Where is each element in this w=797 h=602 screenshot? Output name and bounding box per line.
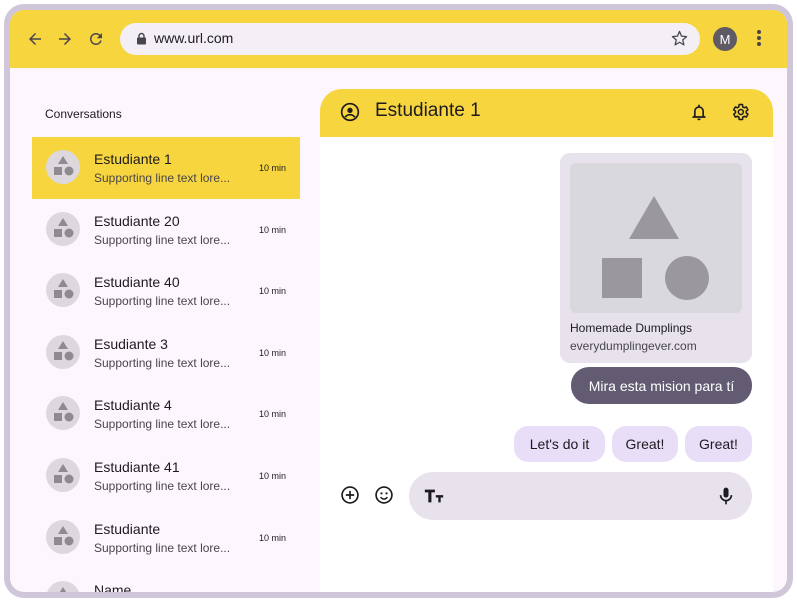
conversation-name: Estudiante 41 bbox=[94, 458, 180, 475]
conversation-item[interactable]: Estudiante 1 Supporting line text lore..… bbox=[32, 137, 300, 199]
address-bar[interactable]: www.url.com bbox=[120, 23, 700, 55]
back-icon[interactable] bbox=[24, 28, 46, 50]
chat-title: Estudiante 1 bbox=[375, 100, 481, 121]
microphone-icon[interactable] bbox=[716, 485, 736, 512]
conversation-name: Esudiante 3 bbox=[94, 335, 168, 352]
profile-avatar[interactable]: M bbox=[713, 27, 737, 51]
conversations-heading: Conversations bbox=[45, 107, 122, 121]
avatar bbox=[46, 457, 80, 492]
gear-icon[interactable] bbox=[730, 102, 750, 127]
conversation-time: 10 min bbox=[258, 224, 286, 235]
emoji-icon[interactable] bbox=[374, 485, 394, 510]
conversation-preview: Supporting line text lore... bbox=[94, 171, 231, 185]
conversation-preview: Supporting line text lore... bbox=[94, 478, 231, 493]
avatar bbox=[46, 150, 80, 184]
device-frame: www.url.com M Conversations Estudiante 1… bbox=[4, 4, 793, 598]
chat-header: Estudiante 1 bbox=[320, 89, 773, 137]
conversation-name: Estudiante 1 bbox=[94, 151, 172, 167]
chat-panel: Estudiante 1 Homemade Dumplings everydum… bbox=[320, 89, 773, 592]
conversation-item[interactable]: Esudiante 3 Supporting line text lore...… bbox=[32, 322, 300, 384]
conversation-preview: Supporting line text lore... bbox=[94, 294, 231, 309]
browser-toolbar: www.url.com M bbox=[10, 10, 787, 68]
lock-icon bbox=[136, 32, 147, 50]
conversation-preview: Supporting line text lore... bbox=[94, 355, 231, 370]
conversation-time: 10 min bbox=[258, 409, 286, 420]
conversation-name: Estudiante 4 bbox=[94, 397, 172, 414]
reload-icon[interactable] bbox=[85, 28, 107, 50]
text-format-icon[interactable] bbox=[423, 485, 445, 512]
conversation-item[interactable]: Estudiante Supporting line text lore... … bbox=[32, 507, 300, 569]
link-preview-card[interactable]: Homemade Dumplings everydumplingever.com bbox=[560, 153, 752, 363]
conversation-name: Estudiante bbox=[94, 520, 161, 537]
browser-window: www.url.com M Conversations Estudiante 1… bbox=[10, 10, 787, 592]
conversation-time: 10 min bbox=[258, 347, 286, 358]
bell-icon[interactable] bbox=[689, 102, 709, 127]
conversation-item[interactable]: Estudiante 20 Supporting line text lore.… bbox=[32, 199, 300, 261]
forward-icon[interactable] bbox=[54, 28, 76, 50]
url-text: www.url.com bbox=[154, 30, 234, 46]
conversation-item[interactable]: Estudiante 40 Supporting line text lore.… bbox=[32, 260, 300, 322]
more-vert-icon[interactable] bbox=[755, 28, 763, 53]
suggestion-chip[interactable]: Great! bbox=[685, 426, 752, 462]
suggestion-chip[interactable]: Let's do it bbox=[514, 426, 605, 462]
conversation-list: Estudiante 1 Supporting line text lore..… bbox=[32, 137, 300, 592]
conversation-name: Estudiante 40 bbox=[94, 274, 180, 291]
avatar bbox=[46, 334, 80, 369]
conversation-time: 10 min bbox=[258, 163, 286, 173]
conversation-item[interactable]: Estudiante 4 Supporting line text lore..… bbox=[32, 383, 300, 445]
conversation-item[interactable]: Estudiante 41 Supporting line text lore.… bbox=[32, 445, 300, 507]
add-circle-icon[interactable] bbox=[340, 485, 360, 510]
conversation-preview: Supporting line text lore... bbox=[94, 540, 231, 555]
conversation-name: Estudiante 20 bbox=[94, 212, 180, 229]
conversation-item[interactable]: Name bbox=[32, 568, 300, 592]
avatar bbox=[46, 519, 80, 554]
image-placeholder-icon bbox=[570, 163, 742, 313]
account-circle-icon bbox=[340, 102, 360, 127]
bookmark-star-icon[interactable] bbox=[671, 30, 688, 52]
conversation-preview: Supporting line text lore... bbox=[94, 232, 231, 247]
avatar bbox=[46, 396, 80, 431]
link-url[interactable]: everydumplingever.com bbox=[570, 339, 697, 353]
conversation-time: 10 min bbox=[258, 286, 286, 297]
conversation-time: 10 min bbox=[258, 470, 286, 481]
suggestion-chip[interactable]: Great! bbox=[612, 426, 678, 462]
conversation-preview: Supporting line text lore... bbox=[94, 417, 231, 432]
link-title: Homemade Dumplings bbox=[570, 321, 693, 335]
conversation-name: Name bbox=[94, 582, 132, 592]
avatar bbox=[46, 581, 80, 592]
avatar bbox=[46, 211, 80, 246]
message-input[interactable] bbox=[409, 472, 752, 520]
avatar bbox=[46, 273, 80, 308]
conversation-time: 10 min bbox=[258, 532, 286, 543]
sent-message-bubble: Mira esta mision para tí bbox=[571, 367, 752, 404]
